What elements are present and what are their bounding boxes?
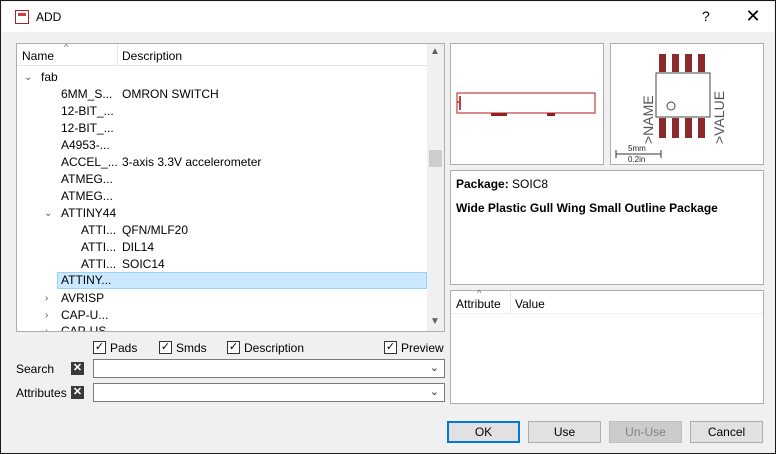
preview-checkbox[interactable]: ✓ xyxy=(384,341,397,354)
package-label: Package: xyxy=(456,177,509,191)
chevron-down-icon[interactable]: ⌄ xyxy=(430,385,439,398)
attribute-column-header[interactable]: Attribute xyxy=(456,297,501,311)
smds-checkbox[interactable]: ✓ xyxy=(159,341,172,354)
pads-label: Pads xyxy=(110,341,138,355)
tree-item-name: ACCEL_... xyxy=(61,155,118,169)
tree-item-name: 12-BIT_... xyxy=(61,121,114,135)
description-label: Description xyxy=(244,341,305,355)
close-button[interactable]: ✕ xyxy=(743,7,763,27)
tree-row[interactable]: 6MM_S... OMRON SWITCH xyxy=(17,86,427,103)
package-info: Package: SOIC8 Wide Plastic Gull Wing Sm… xyxy=(450,170,764,285)
search-label: Search xyxy=(16,362,55,376)
help-button[interactable]: ? xyxy=(702,8,716,24)
scale-in-text: 0.2in xyxy=(628,155,645,164)
sort-ascending-icon: ^ xyxy=(64,43,69,52)
tree-row[interactable]: ATTI... DIL14 xyxy=(17,239,427,256)
add-dialog: ADD ? ✕ Name ^ Description ⌄ fab 6MM_S..… xyxy=(0,0,776,454)
tree-item-name: ATTI... xyxy=(81,240,117,254)
tree-row[interactable]: 12-BIT_... xyxy=(17,120,427,137)
tree-item-name: CAP-US... xyxy=(61,324,117,332)
tree-item-name: ATMEG... xyxy=(61,172,113,186)
tree-row[interactable]: ATMEG... xyxy=(17,171,427,188)
tree-item-name: A4953-... xyxy=(61,138,110,152)
tree-item-name: ATTINY... xyxy=(61,273,112,287)
title-bar: ADD ? ✕ xyxy=(2,2,774,32)
preview-label: Preview xyxy=(401,341,444,355)
tree-item-name: ATTINY44 xyxy=(61,206,117,220)
collapsed-chevron-icon[interactable]: › xyxy=(45,323,48,331)
package-description: Wide Plastic Gull Wing Small Outline Pac… xyxy=(456,201,718,215)
tree-item-description: DIL14 xyxy=(122,240,155,254)
tree-row[interactable]: 12-BIT_... xyxy=(17,103,427,120)
tree-row-avrisp[interactable]: › AVRISP xyxy=(17,290,427,307)
chevron-down-icon[interactable]: ⌄ xyxy=(430,361,439,374)
tree-row-selected[interactable]: ATTINY... xyxy=(17,272,427,289)
collapsed-chevron-icon[interactable]: › xyxy=(45,307,48,324)
tree-scrollbar[interactable]: ▲ ▼ xyxy=(427,44,444,331)
clear-attributes-icon[interactable]: ✕ xyxy=(71,386,84,399)
package-line: Package: SOIC8 xyxy=(456,177,548,191)
tree-item-name: ATTI... xyxy=(81,257,117,271)
tree-row[interactable]: › CAP-U... xyxy=(17,307,427,324)
tree-item-description: OMRON SWITCH xyxy=(122,87,219,101)
selection-highlight xyxy=(57,272,427,289)
collapsed-chevron-icon[interactable]: › xyxy=(45,290,48,307)
scroll-thumb[interactable] xyxy=(429,150,442,167)
cancel-button[interactable]: Cancel xyxy=(690,421,763,443)
unuse-button: Un-Use xyxy=(609,421,682,443)
package-drawing xyxy=(456,92,596,116)
tree-row[interactable]: ATTI... SOIC14 xyxy=(17,256,427,273)
search-combo[interactable]: ⌄ xyxy=(93,359,445,378)
expanded-chevron-icon[interactable]: ⌄ xyxy=(24,69,32,86)
tree-item-description: QFN/MLF20 xyxy=(122,223,189,237)
package-preview xyxy=(450,43,604,165)
clear-search-icon[interactable]: ✕ xyxy=(71,362,84,375)
use-button[interactable]: Use xyxy=(528,421,601,443)
tree-item-description: SOIC14 xyxy=(122,257,165,271)
tree-item-name: ATMEG... xyxy=(61,189,113,203)
symbol-name-text: >NAME xyxy=(640,95,656,144)
column-name-header[interactable]: Name xyxy=(22,49,54,63)
tree-item-name: 12-BIT_... xyxy=(61,104,114,118)
value-column-header[interactable]: Value xyxy=(515,297,545,311)
smds-label: Smds xyxy=(176,341,207,355)
attribute-table[interactable]: ^ Attribute Value xyxy=(450,288,764,404)
tree-item-name: 6MM_S... xyxy=(61,87,113,101)
scale-mm-text: 5mm xyxy=(628,144,646,153)
pads-checkbox[interactable]: ✓ xyxy=(93,341,106,354)
attributes-combo[interactable]: ⌄ xyxy=(93,383,445,402)
tree-item-description: 3-axis 3.3V accelerometer xyxy=(122,155,262,169)
symbol-value-text: >VALUE xyxy=(711,91,727,144)
tree-row-attiny44[interactable]: ⌄ ATTINY44 xyxy=(17,205,427,222)
ok-button[interactable]: OK xyxy=(447,421,520,443)
tree-row[interactable]: A4953-... xyxy=(17,137,427,154)
tree-item-name: ATTI... xyxy=(81,223,117,237)
scroll-up-icon[interactable]: ▲ xyxy=(430,46,440,57)
attributes-label: Attributes xyxy=(16,386,67,400)
package-value: SOIC8 xyxy=(512,177,549,191)
expanded-chevron-icon[interactable]: ⌄ xyxy=(44,205,52,222)
library-tree[interactable]: Name ^ Description ⌄ fab 6MM_S... OMRON … xyxy=(16,43,445,332)
tree-item-name: fab xyxy=(41,70,58,84)
tree-row[interactable]: ACCEL_... 3-axis 3.3V accelerometer xyxy=(17,154,427,171)
window-title: ADD xyxy=(36,10,62,24)
scroll-down-icon[interactable]: ▼ xyxy=(430,316,440,327)
tree-row[interactable]: ATTI... QFN/MLF20 xyxy=(17,222,427,239)
tree-row-fab[interactable]: ⌄ fab xyxy=(17,69,427,86)
tree-item-name: AVRISP xyxy=(61,291,105,305)
tree-header: Name ^ Description xyxy=(17,44,427,66)
schematic-app-icon xyxy=(15,10,29,24)
footprint-drawing: >NAME >VALUE 5mm 0.2in xyxy=(615,54,727,164)
footprint-preview: >NAME >VALUE 5mm 0.2in xyxy=(610,43,764,165)
tree-item-name: CAP-U... xyxy=(61,308,109,322)
column-description-header[interactable]: Description xyxy=(122,49,182,63)
tree-row[interactable]: ATMEG... xyxy=(17,188,427,205)
description-checkbox[interactable]: ✓ xyxy=(227,341,240,354)
tree-row[interactable]: › CAP-US... xyxy=(17,323,427,332)
